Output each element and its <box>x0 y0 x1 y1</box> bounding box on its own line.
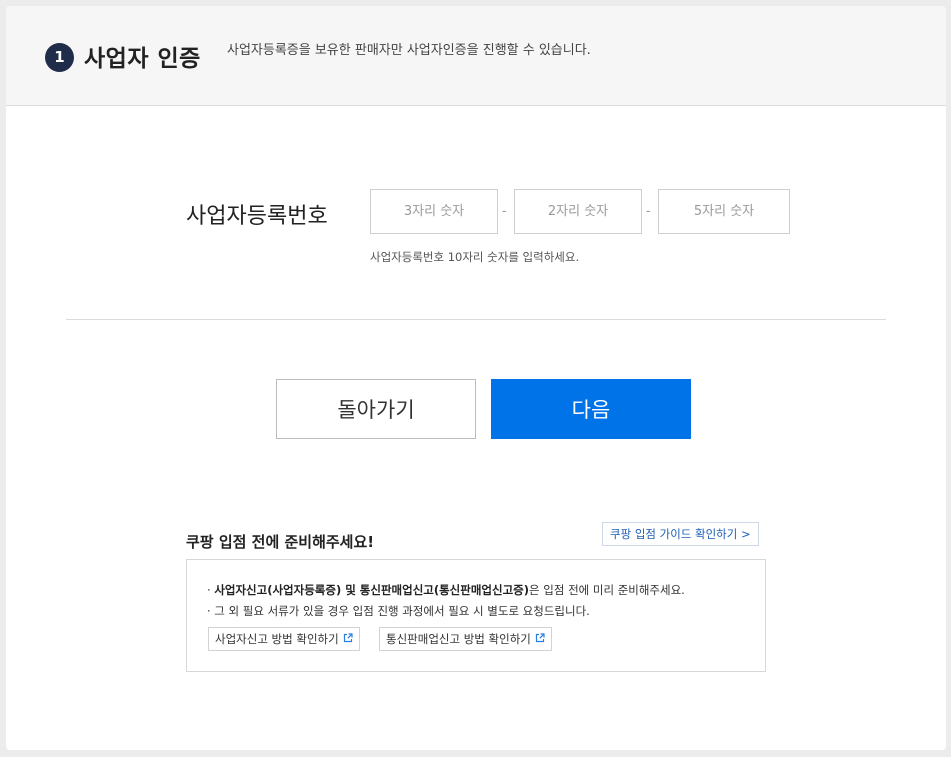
step-header: 1 사업자 인증 사업자등록증을 보유한 판매자만 사업자인증을 진행할 수 있… <box>6 6 946 106</box>
page-description: 사업자등록증을 보유한 판매자만 사업자인증을 진행할 수 있습니다. <box>227 43 591 58</box>
business-number-part2-input[interactable] <box>514 189 642 234</box>
entry-guide-link[interactable]: 쿠팡 입점 가이드 확인하기 > <box>602 522 759 546</box>
business-number-label: 사업자등록번호 <box>186 204 328 229</box>
preparation-title: 쿠팡 입점 전에 준비해주세요! <box>186 533 375 551</box>
step-number-badge: 1 <box>45 43 74 72</box>
preparation-box: · 사업자신고(사업자등록증) 및 통신판매업신고(통신판매업신고증)은 입점 … <box>186 559 766 672</box>
page-title: 사업자 인증 <box>84 46 201 72</box>
business-verification-card: 1 사업자 인증 사업자등록증을 보유한 판매자만 사업자인증을 진행할 수 있… <box>6 6 946 750</box>
ecommerce-report-guide-button[interactable]: 통신판매업신고 방법 확인하기 <box>379 627 552 651</box>
business-number-part3-input[interactable] <box>658 189 790 234</box>
bullet-bold-text: 사업자신고(사업자등록증) 및 통신판매업신고(통신판매업신고증) <box>214 583 530 597</box>
external-link-icon <box>343 628 353 650</box>
section-divider <box>66 319 886 320</box>
bullet-rest-text: 은 입점 전에 미리 준비해주세요. <box>529 583 685 597</box>
ecommerce-report-guide-label: 통신판매업신고 방법 확인하기 <box>386 632 531 646</box>
business-report-guide-button[interactable]: 사업자신고 방법 확인하기 <box>208 627 360 651</box>
external-link-icon <box>535 628 545 650</box>
business-number-help-text: 사업자등록번호 10자리 숫자를 입력하세요. <box>370 250 580 264</box>
business-report-guide-label: 사업자신고 방법 확인하기 <box>215 632 339 646</box>
business-number-part1-input[interactable] <box>370 189 498 234</box>
next-button[interactable]: 다음 <box>491 379 691 439</box>
preparation-bullet-2: · 그 외 필요 서류가 있을 경우 입점 진행 과정에서 필요 시 별도로 요… <box>207 604 590 618</box>
back-button[interactable]: 돌아가기 <box>276 379 476 439</box>
separator-dash: - <box>502 204 507 219</box>
separator-dash: - <box>646 204 651 219</box>
preparation-bullet-1: · 사업자신고(사업자등록증) 및 통신판매업신고(통신판매업신고증)은 입점 … <box>207 582 685 598</box>
